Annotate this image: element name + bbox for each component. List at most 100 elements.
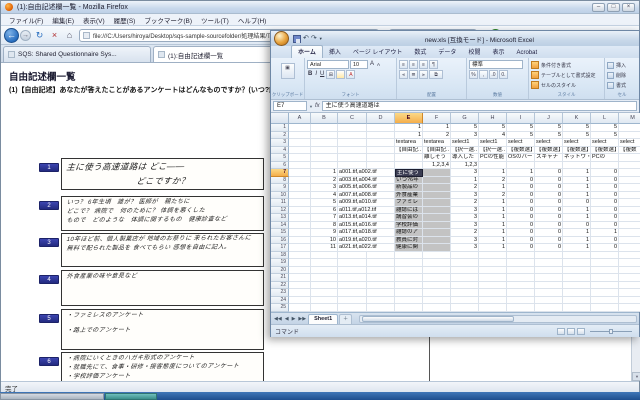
cell-K12[interactable]: 1 bbox=[563, 206, 591, 214]
normal-view-icon[interactable] bbox=[557, 327, 565, 335]
align-right-button[interactable]: ⫸ bbox=[419, 70, 428, 79]
cell-F3[interactable]: textarea bbox=[423, 139, 451, 147]
cell-J2[interactable]: 5 bbox=[535, 131, 563, 139]
cell-E1[interactable]: 1 bbox=[395, 124, 423, 132]
ribbon-tab-5[interactable]: 校閲 bbox=[462, 46, 486, 58]
cell-E12[interactable]: 雑誌には bbox=[395, 206, 423, 214]
cell-M17[interactable] bbox=[619, 244, 640, 252]
cell-C19[interactable] bbox=[338, 259, 367, 267]
cell-K13[interactable]: 1 bbox=[563, 214, 591, 222]
cell-J9[interactable]: 0 bbox=[535, 184, 563, 192]
sheet-tab-sheet1[interactable]: Sheet1 bbox=[308, 313, 339, 324]
cell-M13[interactable] bbox=[619, 214, 640, 222]
row-header-10[interactable]: 10 bbox=[271, 191, 289, 199]
horizontal-scrollbar[interactable] bbox=[359, 314, 637, 323]
cell-A12[interactable] bbox=[289, 206, 311, 214]
cell-H12[interactable]: 1 bbox=[479, 206, 507, 214]
cell-K9[interactable]: 1 bbox=[563, 184, 591, 192]
cell-H19[interactable] bbox=[479, 259, 507, 267]
menu-item-2[interactable]: 表示(V) bbox=[79, 14, 109, 26]
cell-J14[interactable]: 0 bbox=[535, 221, 563, 229]
cell-E7[interactable]: 主に使う bbox=[395, 169, 423, 177]
cell-G1[interactable]: 5 bbox=[451, 124, 479, 132]
column-header-J[interactable]: J bbox=[535, 113, 563, 124]
cell-E15[interactable]: 雑誌のア bbox=[395, 229, 423, 237]
style-button-0[interactable]: 条件付き書式 bbox=[531, 60, 602, 70]
cell-L19[interactable] bbox=[591, 259, 619, 267]
cell-B16[interactable]: 10 bbox=[311, 236, 338, 244]
cell-H22[interactable] bbox=[479, 281, 507, 289]
cell-A25[interactable] bbox=[289, 304, 311, 312]
cell-H4[interactable]: 【択一選.. bbox=[479, 146, 507, 154]
cell-B12[interactable]: 6 bbox=[311, 206, 338, 214]
cell-G9[interactable]: 2 bbox=[451, 184, 479, 192]
cell-B21[interactable] bbox=[311, 274, 338, 282]
cell-A20[interactable] bbox=[289, 266, 311, 274]
ribbon-tab-7[interactable]: Acrobat bbox=[510, 49, 543, 58]
cell-I17[interactable]: 0 bbox=[507, 244, 535, 252]
ribbon-tab-6[interactable]: 表示 bbox=[486, 46, 510, 58]
cell-H5[interactable]: PCの性能 bbox=[479, 154, 507, 162]
column-header-I[interactable]: I bbox=[507, 113, 535, 124]
cell-J16[interactable]: 0 bbox=[535, 236, 563, 244]
cell-B23[interactable] bbox=[311, 289, 338, 297]
scroll-down-icon[interactable]: ▼ bbox=[632, 372, 640, 381]
column-header-H[interactable]: H bbox=[479, 113, 507, 124]
cell-C6[interactable] bbox=[338, 161, 367, 169]
cell-L10[interactable]: 0 bbox=[591, 191, 619, 199]
cells-button-0[interactable]: 挿入 bbox=[607, 60, 637, 70]
increase-decimal-button[interactable]: .0 bbox=[489, 70, 498, 79]
cell-F2[interactable]: 2 bbox=[423, 131, 451, 139]
cell-E25[interactable] bbox=[395, 304, 423, 312]
cell-G6[interactable]: 1,2,3 bbox=[451, 161, 479, 169]
cell-L5[interactable]: PCの bbox=[591, 154, 619, 162]
cell-J12[interactable]: 0 bbox=[535, 206, 563, 214]
cell-G16[interactable]: 3 bbox=[451, 236, 479, 244]
name-box[interactable]: E7 bbox=[273, 101, 307, 111]
column-header-L[interactable]: L bbox=[591, 113, 619, 124]
cell-I20[interactable] bbox=[507, 266, 535, 274]
cell-G23[interactable] bbox=[451, 289, 479, 297]
cell-E13[interactable]: 講習会の bbox=[395, 214, 423, 222]
cell-I9[interactable]: 0 bbox=[507, 184, 535, 192]
cell-G17[interactable]: 3 bbox=[451, 244, 479, 252]
cell-H13[interactable]: 1 bbox=[479, 214, 507, 222]
cell-E19[interactable] bbox=[395, 259, 423, 267]
cell-C25[interactable] bbox=[338, 304, 367, 312]
cell-A21[interactable] bbox=[289, 274, 311, 282]
cell-D3[interactable] bbox=[367, 139, 395, 147]
cell-K16[interactable]: 1 bbox=[563, 236, 591, 244]
cell-A5[interactable] bbox=[289, 154, 311, 162]
cell-G14[interactable]: 3 bbox=[451, 221, 479, 229]
font-name-select[interactable]: Arial bbox=[307, 60, 349, 69]
underline-button[interactable]: U bbox=[319, 70, 325, 79]
cell-H24[interactable] bbox=[479, 296, 507, 304]
style-button-1[interactable]: テーブルとして書式設定 bbox=[531, 70, 602, 80]
cell-M9[interactable] bbox=[619, 184, 640, 192]
cell-D21[interactable] bbox=[367, 274, 395, 282]
cell-H15[interactable]: 1 bbox=[479, 229, 507, 237]
cell-B19[interactable] bbox=[311, 259, 338, 267]
cell-F21[interactable] bbox=[423, 274, 451, 282]
cell-E10[interactable]: 外食産業 bbox=[395, 191, 423, 199]
cell-I7[interactable]: 1 bbox=[507, 169, 535, 177]
cell-H10[interactable]: 2 bbox=[479, 191, 507, 199]
cell-F16[interactable] bbox=[423, 236, 451, 244]
cell-E23[interactable] bbox=[395, 289, 423, 297]
row-header-9[interactable]: 9 bbox=[271, 184, 289, 192]
cell-M12[interactable] bbox=[619, 207, 640, 214]
cell-L6[interactable] bbox=[591, 161, 619, 169]
cell-G20[interactable] bbox=[451, 266, 479, 274]
column-header-D[interactable]: D bbox=[367, 113, 395, 124]
cell-E16[interactable]: 教員に対 bbox=[395, 236, 423, 244]
cell-L7[interactable]: 0 bbox=[591, 169, 619, 177]
cell-K4[interactable]: 【複数選】 bbox=[563, 146, 591, 154]
cell-I6[interactable] bbox=[507, 161, 535, 169]
cell-G10[interactable]: 3 bbox=[451, 191, 479, 199]
row-header-21[interactable]: 21 bbox=[271, 274, 289, 282]
column-header-G[interactable]: G bbox=[451, 113, 479, 124]
back-button[interactable]: ← bbox=[4, 27, 19, 43]
cell-H11[interactable]: 1 bbox=[479, 199, 507, 207]
align-center-button[interactable]: ≣ bbox=[409, 70, 418, 79]
cell-A19[interactable] bbox=[289, 259, 311, 267]
